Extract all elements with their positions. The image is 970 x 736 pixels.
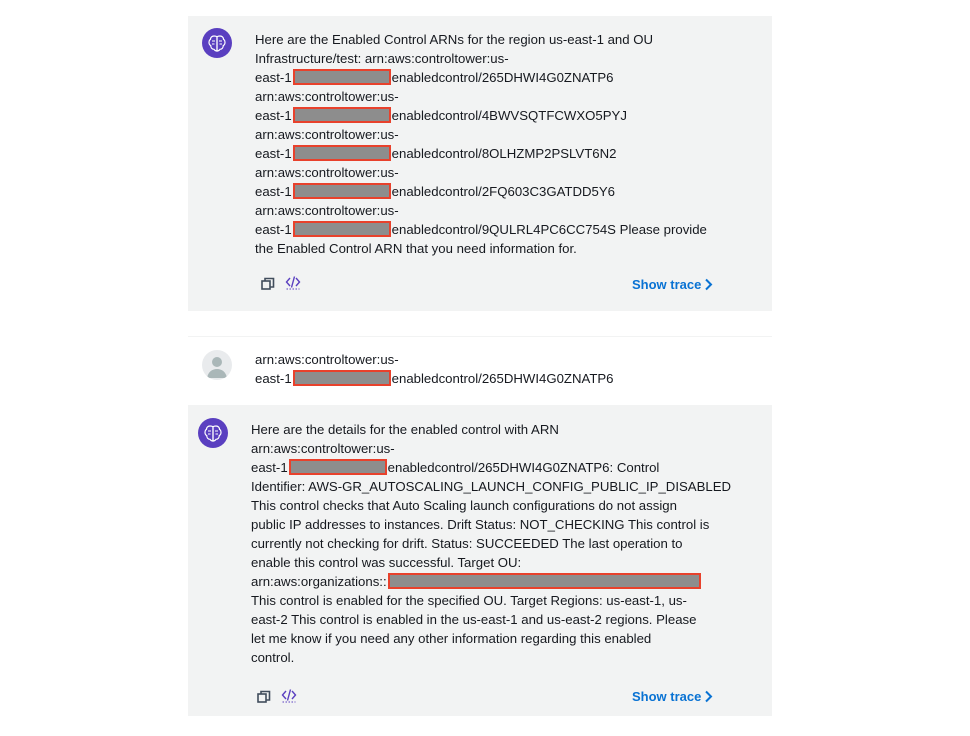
line-text: east-2 This control is enabled in the us… [251,612,697,627]
line-text: Here are the details for the enabled con… [251,422,559,437]
line-text: enabledcontrol/265DHWI4G0ZNATP6 [391,371,614,386]
assistant-avatar [198,418,228,448]
message-line: Here are the details for the enabled con… [251,420,731,439]
assistant-message-1: Here are the Enabled Control ARNs for th… [188,16,772,311]
message-line: east-1 enabledcontrol/9QULRL4PC6CC754S Pl… [255,220,707,239]
redaction-box [292,221,391,237]
message-line: arn:aws:controltower:us- [255,350,614,369]
message-line: public IP addresses to instances. Drift … [251,515,731,534]
show-trace-label: Show trace [632,689,702,704]
message-line: enable this control was successful. Targ… [251,553,731,572]
message-line: currently not checking for drift. Status… [251,534,731,553]
code-icon[interactable] [281,687,297,703]
line-text: enabledcontrol/265DHWI4G0ZNATP6 [391,70,614,85]
user-icon [207,357,227,378]
message-line: east-1 enabledcontrol/2FQ603C3GATDD5Y6 [255,182,707,201]
line-text: east-1 [255,146,292,161]
line-text: public IP addresses to instances. Drift … [251,517,710,532]
message-line: east-1 enabledcontrol/8OLHZMP2PSLVT6N2 [255,144,707,163]
message-line: east-1 enabledcontrol/4BWVSQTFCWXO5PYJ [255,106,707,125]
message-line: let me know if you need any other inform… [251,629,731,648]
message-text: Here are the Enabled Control ARNs for th… [255,30,707,258]
line-text: arn:aws:organizations:: [251,574,387,589]
line-text: Identifier: AWS-GR_AUTOSCALING_LAUNCH_CO… [251,479,732,494]
line-text: east-1 [251,460,288,475]
message-text: Here are the details for the enabled con… [251,420,731,667]
message-line: Here are the Enabled Control ARNs for th… [255,30,707,49]
redaction-box [292,370,391,386]
line-text: arn:aws:controltower:us- [255,203,399,218]
line-text: east-1 [255,371,292,386]
show-trace-label: Show trace [632,277,702,292]
message-line: Identifier: AWS-GR_AUTOSCALING_LAUNCH_CO… [251,477,731,496]
message-line: east-1 enabledcontrol/265DHWI4G0ZNATP6 [255,68,707,87]
line-text: arn:aws:controltower:us- [255,89,399,104]
message-line: This control checks that Auto Scaling la… [251,496,731,515]
message-line: east-2 This control is enabled in the us… [251,610,731,629]
message-line: arn:aws:controltower:us- [251,439,731,458]
chevron-right-icon [705,278,713,291]
line-text: control. [251,650,295,665]
line-text: currently not checking for drift. Status… [251,536,683,551]
line-text: arn:aws:controltower:us- [255,165,399,180]
line-text: enable this control was successful. Targ… [251,555,522,570]
message-line: arn:aws:controltower:us- [255,201,707,220]
redaction-box [288,459,387,475]
message-line: arn:aws:controltower:us- [255,163,707,182]
line-text: arn:aws:controltower:us- [251,441,395,456]
line-text: enabledcontrol/8OLHZMP2PSLVT6N2 [391,146,617,161]
redaction-box [387,573,701,589]
assistant-message-2: Here are the details for the enabled con… [188,405,772,716]
message-line: control. [251,648,731,667]
message-line: east-1 enabledcontrol/265DHWI4G0ZNATP6 [255,369,614,388]
line-text: Infrastructure/test: arn:aws:controltowe… [255,51,509,66]
message-line: arn:aws:controltower:us- [255,125,707,144]
message-line: east-1 enabledcontrol/265DHWI4G0ZNATP6: C… [251,458,731,477]
chevron-right-icon [705,690,713,703]
line-text: Here are the Enabled Control ARNs for th… [255,32,654,47]
copy-icon[interactable] [260,276,276,292]
message-line: This control is enabled for the specifie… [251,591,731,610]
brain-icon [204,425,222,442]
line-text: arn:aws:controltower:us- [255,352,399,367]
show-trace-button[interactable]: Show trace [632,689,713,704]
user-avatar [202,350,232,380]
line-text: east-1 [255,70,292,85]
line-text: arn:aws:controltower:us- [255,127,399,142]
line-text: east-1 [255,222,292,237]
assistant-avatar [202,28,232,58]
line-text: east-1 [255,108,292,123]
code-icon[interactable] [285,274,301,290]
redaction-box [292,107,391,123]
redaction-box [292,69,391,85]
line-text: east-1 [255,184,292,199]
message-line: arn:aws:controltower:us- [255,87,707,106]
show-trace-button[interactable]: Show trace [632,277,713,292]
line-text: This control is enabled for the specifie… [251,593,687,608]
message-line: the Enabled Control ARN that you need in… [255,239,707,258]
redaction-box [292,183,391,199]
brain-icon [208,35,226,52]
line-text: This control checks that Auto Scaling la… [251,498,677,513]
message-line: Infrastructure/test: arn:aws:controltowe… [255,49,707,68]
copy-icon[interactable] [256,689,272,705]
line-text: enabledcontrol/9QULRL4PC6CC754S Please p… [391,222,707,237]
message-line: arn:aws:organizations:: [251,572,731,591]
line-text: enabledcontrol/265DHWI4G0ZNATP6: Control [387,460,660,475]
line-text: enabledcontrol/4BWVSQTFCWXO5PYJ [391,108,627,123]
line-text: let me know if you need any other inform… [251,631,652,646]
user-message: arn:aws:controltower:us-east-1 enabledcon… [188,336,772,404]
line-text: enabledcontrol/2FQ603C3GATDD5Y6 [391,184,615,199]
line-text: the Enabled Control ARN that you need in… [255,241,577,256]
message-text: arn:aws:controltower:us-east-1 enabledcon… [255,350,614,388]
redaction-box [292,145,391,161]
